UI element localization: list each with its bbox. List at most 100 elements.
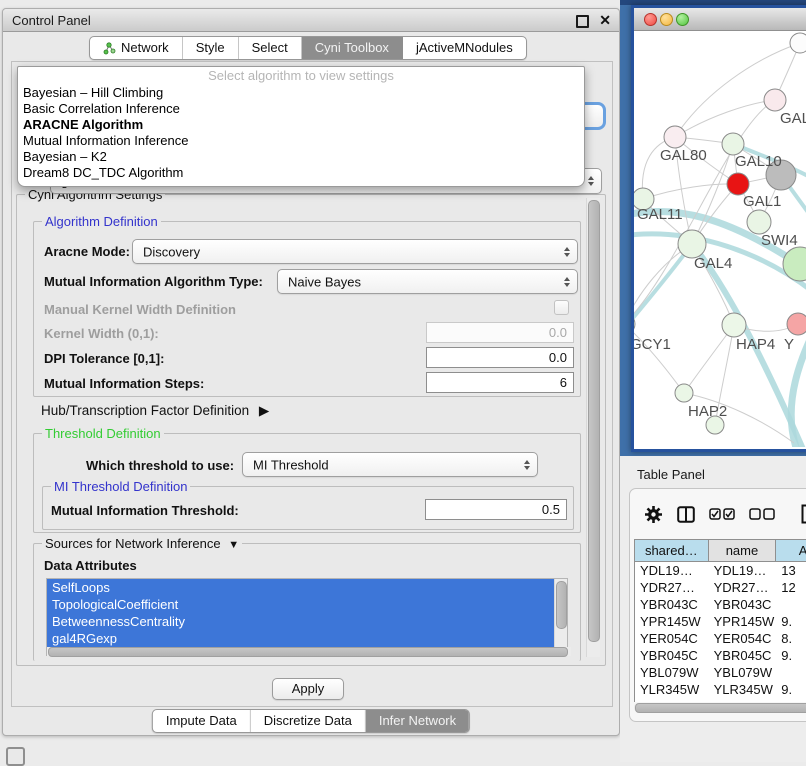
settings-horizontal-scrollbar[interactable] — [47, 647, 571, 656]
table-cell: YBL079W — [635, 664, 709, 681]
node-label: SWI4 — [761, 232, 798, 249]
node-gal80[interactable] — [664, 126, 686, 148]
table-cell: YBL079W — [709, 664, 777, 681]
minimize-traffic-light[interactable] — [660, 13, 673, 26]
list-item[interactable]: gal4RGexp — [47, 630, 555, 647]
table-cell: YLR345W — [709, 681, 777, 698]
control-panel-tabbar: Network Style Select Cyni Toolbox jActiv… — [89, 36, 527, 60]
mi-threshold-definition-group: MI Threshold Definition Mutual Informati… — [42, 486, 574, 530]
table-cell: YDR27… — [709, 579, 777, 596]
node-gal10[interactable] — [722, 133, 744, 155]
control-panel-window: Control Panel ✕ Network Style Select — [2, 8, 620, 736]
node-label: GAL80 — [660, 147, 707, 164]
popup-item[interactable]: Dream8 DC_TDC Algorithm — [18, 165, 584, 181]
combo-stepper-icon — [524, 460, 530, 470]
list-item[interactable]: SelfLoops — [47, 579, 555, 596]
tab-style[interactable]: Style — [183, 37, 239, 59]
node-label: HAP4 — [736, 336, 775, 353]
mi-threshold-field[interactable]: 0.5 — [425, 499, 567, 520]
kernel-width-label: Kernel Width (0,1): — [44, 326, 159, 341]
scrollbar-thumb[interactable] — [635, 703, 806, 713]
mi-algorithm-type-combobox[interactable]: Naive Bayes — [277, 269, 578, 294]
table-row[interactable]: YER054C YER054C 8. — [635, 630, 806, 647]
data-attributes-list[interactable]: SelfLoops TopologicalCoefficient Between… — [46, 578, 568, 656]
table-row[interactable]: YDR27… YDR27… 12 — [635, 579, 806, 596]
popup-item[interactable]: Bayesian – K2 — [18, 149, 584, 165]
table-card: shared… name A YDL19… YDL19… 13 YDR27… Y… — [629, 488, 806, 722]
kernel-width-field[interactable]: 0.0 — [426, 322, 574, 343]
popup-item-selected[interactable]: ARACNE Algorithm — [18, 117, 584, 133]
network-view-window[interactable]: GAL GAL80 GAL10 GAL1 GAL11 SWI4 GAL4 GCY… — [631, 5, 806, 452]
tab-infer-network[interactable]: Infer Network — [366, 710, 469, 732]
settings-vertical-scrollbar[interactable] — [586, 198, 600, 657]
mi-algorithm-type-label: Mutual Information Algorithm Type: — [44, 274, 263, 289]
scrollbar-thumb[interactable] — [588, 200, 600, 642]
column-header-name[interactable]: name — [709, 540, 777, 561]
tab-cyni-toolbox[interactable]: Cyni Toolbox — [302, 37, 403, 59]
tab-network[interactable]: Network — [90, 37, 183, 59]
table-row[interactable]: YPR145W YPR145W 9. — [635, 613, 806, 630]
node-gal1[interactable] — [727, 173, 749, 195]
node-attribute-table: shared… name A YDL19… YDL19… 13 YDR27… Y… — [634, 539, 806, 702]
split-columns-icon[interactable] — [677, 506, 695, 523]
tab-jactivemnodules[interactable]: jActiveMNodules — [403, 37, 526, 59]
node-gal4[interactable] — [678, 230, 706, 258]
sources-group: Sources for Network Inference ▼ Data Att… — [33, 543, 581, 661]
table-horizontal-scrollbar[interactable] — [634, 703, 806, 712]
table-row[interactable]: YLR345W YLR345W 9. — [635, 681, 806, 698]
docked-panel-icon[interactable] — [6, 747, 25, 766]
node[interactable] — [790, 33, 806, 53]
close-icon[interactable]: ✕ — [599, 12, 611, 29]
scrollbar-thumb[interactable] — [48, 647, 568, 657]
algorithm-definition-group: Algorithm Definition Aracne Mode: Discov… — [33, 221, 581, 397]
algorithm-popup-list: Select algorithm to view settings Bayesi… — [17, 66, 585, 187]
tab-impute-data[interactable]: Impute Data — [153, 710, 251, 732]
apply-button[interactable]: Apply — [272, 678, 344, 700]
cyni-algorithm-settings-group: Cyni Algorithm Settings Algorithm Defini… — [16, 194, 606, 666]
hub-tf-definition-toggle[interactable]: Hub/Transcription Factor Definition ▶ — [41, 403, 269, 418]
column-header[interactable]: A — [776, 540, 806, 561]
network-window-titlebar[interactable] — [634, 8, 806, 31]
table-header-row: shared… name A — [635, 540, 806, 562]
tab-select[interactable]: Select — [239, 37, 302, 59]
table-cell: YPR145W — [709, 613, 777, 630]
tab-discretize-data[interactable]: Discretize Data — [251, 710, 366, 732]
table-row[interactable]: YBR045C YBR045C 9. — [635, 647, 806, 664]
node-hap4[interactable] — [722, 313, 746, 337]
node[interactable] — [787, 313, 806, 335]
table-row[interactable]: YIL052C YIL052C 9. — [635, 698, 806, 702]
gear-icon[interactable] — [644, 505, 663, 524]
aracne-mode-combobox[interactable]: Discovery — [132, 239, 578, 264]
scrollbar-thumb[interactable] — [556, 581, 567, 629]
network-graph[interactable]: GAL GAL80 GAL10 GAL1 GAL11 SWI4 GAL4 GCY… — [634, 31, 806, 447]
table-row[interactable]: YDL19… YDL19… 13 — [635, 562, 806, 579]
popup-item[interactable]: Bayesian – Hill Climbing — [18, 85, 584, 101]
mi-steps-field[interactable]: 6 — [426, 372, 574, 393]
node-label: GCY1 — [634, 336, 671, 353]
manual-kernel-width-checkbox[interactable] — [554, 300, 569, 315]
close-traffic-light[interactable] — [644, 13, 657, 26]
network-icon — [103, 42, 116, 55]
list-item[interactable]: BetweennessCentrality — [47, 613, 555, 630]
network-canvas[interactable]: GAL GAL80 GAL10 GAL1 GAL11 SWI4 GAL4 GCY… — [634, 31, 806, 449]
document-icon[interactable] — [801, 504, 806, 524]
zoom-traffic-light[interactable] — [676, 13, 689, 26]
column-header-shared-name[interactable]: shared… — [635, 540, 709, 561]
dpi-tolerance-field[interactable]: 0.0 — [426, 347, 574, 368]
node-hap2[interactable] — [675, 384, 693, 402]
table-row[interactable]: YBL079W YBL079W — [635, 664, 806, 681]
which-threshold-combobox[interactable]: MI Threshold — [242, 452, 538, 477]
popup-item[interactable]: Basic Correlation Inference — [18, 101, 584, 117]
hide-columns-icon[interactable] — [749, 508, 775, 520]
mi-steps-label: Mutual Information Steps: — [44, 376, 204, 391]
node-swi4[interactable] — [747, 210, 771, 234]
list-vertical-scrollbar[interactable] — [554, 579, 567, 655]
list-item[interactable]: TopologicalCoefficient — [47, 596, 555, 613]
table-cell: YER054C — [635, 630, 709, 647]
show-columns-icon[interactable] — [709, 508, 735, 520]
float-window-icon[interactable] — [576, 15, 589, 28]
table-row[interactable]: YBR043C YBR043C — [635, 596, 806, 613]
popup-item[interactable]: Mutual Information Inference — [18, 133, 584, 149]
node[interactable] — [764, 89, 786, 111]
table-cell: 13 — [776, 562, 806, 579]
